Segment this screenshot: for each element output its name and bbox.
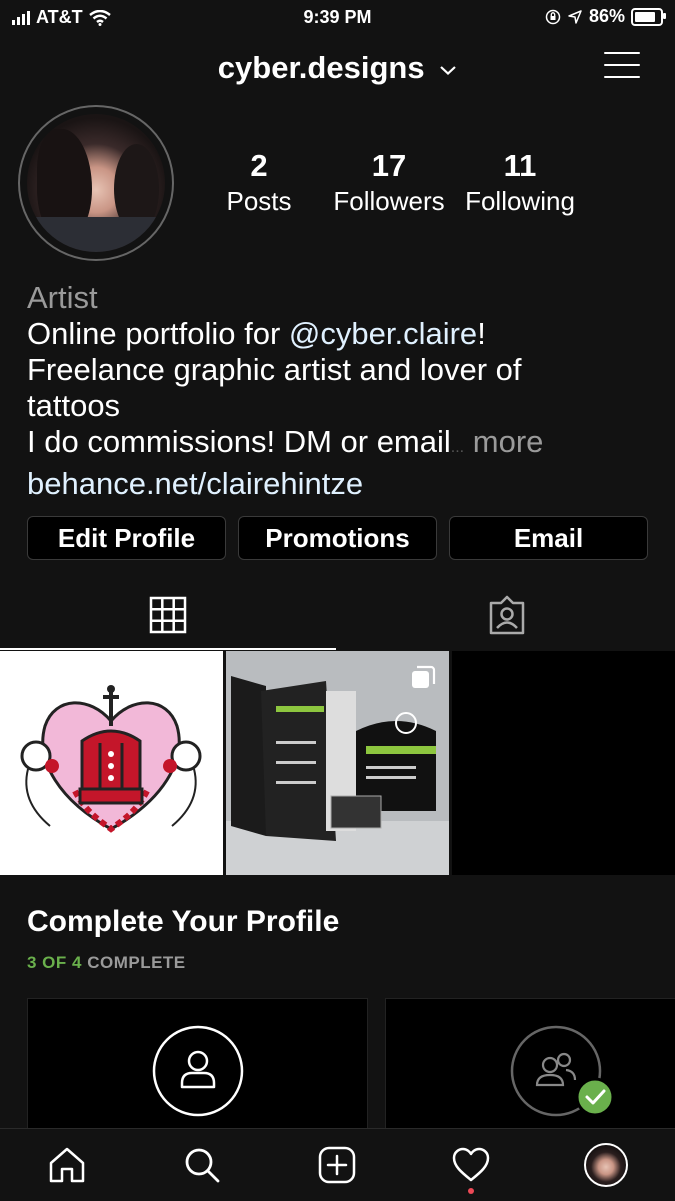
post-thumbnail[interactable] bbox=[226, 651, 449, 875]
posts-count: 2 bbox=[250, 148, 268, 183]
post-grid-empty-cell bbox=[452, 651, 675, 875]
post-thumbnail[interactable] bbox=[0, 651, 223, 875]
nav-activity[interactable] bbox=[446, 1140, 496, 1190]
following-count: 11 bbox=[503, 148, 537, 183]
add-post-icon bbox=[318, 1146, 356, 1184]
following-stat[interactable]: 11 Following bbox=[458, 148, 582, 217]
carousel-icon bbox=[412, 665, 436, 688]
tab-tagged[interactable] bbox=[338, 580, 675, 650]
status-bar: AT&T 9:39 PM 86% bbox=[0, 0, 675, 36]
bio-line-3: tattoos bbox=[27, 388, 121, 423]
bio-line-2: Freelance graphic artist and lover of bbox=[27, 352, 522, 387]
nav-search[interactable] bbox=[177, 1140, 227, 1190]
nav-profile[interactable] bbox=[581, 1140, 631, 1190]
following-label: Following bbox=[465, 186, 575, 216]
battery-percent: 86% bbox=[588, 6, 625, 26]
find-people-card[interactable] bbox=[385, 998, 675, 1133]
profile-photo-icon bbox=[152, 1025, 244, 1117]
nav-new-post[interactable] bbox=[312, 1140, 362, 1190]
chevron-down-icon bbox=[440, 66, 456, 75]
tagged-icon bbox=[489, 595, 524, 635]
crown-heart-artwork bbox=[20, 685, 202, 833]
profile-avatar[interactable] bbox=[27, 114, 165, 252]
followers-count: 17 bbox=[371, 148, 407, 183]
complete-profile-title: Complete Your Profile bbox=[27, 905, 340, 938]
posts-stat[interactable]: 2 Posts bbox=[210, 148, 308, 217]
status-right: 86% bbox=[545, 6, 666, 27]
bio-mention-link[interactable]: @cyber.claire bbox=[289, 316, 477, 351]
posts-label: Posts bbox=[226, 186, 292, 216]
notification-dot bbox=[468, 1188, 474, 1194]
username-title: cyber.designs bbox=[217, 50, 425, 85]
active-tab-indicator bbox=[0, 648, 336, 650]
nav-home[interactable] bbox=[42, 1140, 92, 1190]
email-button[interactable]: Email bbox=[449, 516, 648, 560]
bio-more-link[interactable]: more bbox=[473, 424, 544, 459]
bio-line-1: Online portfolio for @cyber.claire! bbox=[27, 316, 486, 351]
battery-icon bbox=[631, 7, 666, 26]
grid-icon bbox=[149, 596, 187, 634]
followers-stat[interactable]: 17 Followers bbox=[325, 148, 453, 217]
location-icon bbox=[568, 9, 582, 24]
tab-grid[interactable] bbox=[0, 580, 336, 650]
home-icon bbox=[49, 1147, 85, 1183]
edit-profile-button[interactable]: Edit Profile bbox=[27, 516, 226, 560]
profile-avatar bbox=[584, 1143, 628, 1187]
promotions-button[interactable]: Promotions bbox=[238, 516, 437, 560]
menu-icon[interactable] bbox=[604, 52, 640, 82]
bio: Artist Online portfolio for @cyber.clair… bbox=[27, 280, 657, 502]
complete-profile-progress: 3 OF 4 COMPLETE bbox=[27, 953, 186, 972]
completed-check-icon bbox=[575, 1077, 615, 1117]
search-icon bbox=[185, 1148, 220, 1183]
account-switcher[interactable]: cyber.designs bbox=[0, 50, 675, 86]
profile-category: Artist bbox=[27, 280, 98, 315]
followers-label: Followers bbox=[333, 186, 445, 216]
add-profile-photo-card[interactable] bbox=[27, 998, 368, 1133]
bio-ellipsis: ... bbox=[450, 439, 465, 456]
heart-icon bbox=[452, 1147, 490, 1182]
website-link[interactable]: behance.net/clairehintze bbox=[27, 466, 657, 502]
bio-line-4: I do commissions! DM or email... more bbox=[27, 424, 544, 459]
orientation-lock-icon bbox=[545, 9, 561, 24]
